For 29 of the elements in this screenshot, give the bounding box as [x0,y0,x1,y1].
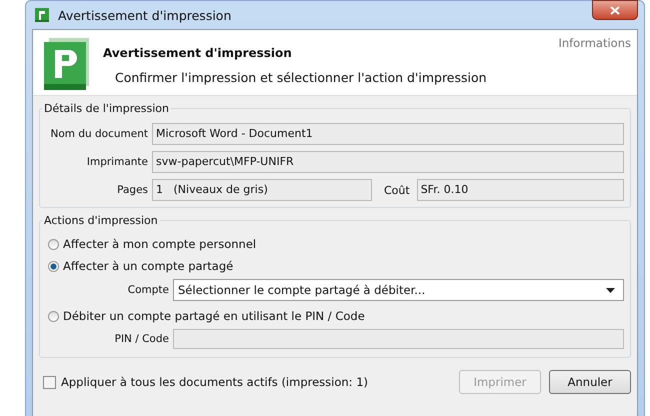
field-label: Imprimante [86,156,148,168]
close-button[interactable] [592,0,638,20]
radio-option[interactable]: Affecter à un compte partagé [48,259,624,273]
account-dropdown[interactable]: Sélectionner le compte partagé à débiter... [173,279,624,301]
field-label: PIN / Code [114,333,169,345]
field-label: Pages [116,184,148,196]
pages-field: 1 (Niveaux de gris) [152,179,372,201]
radio-option[interactable]: Affecter à mon compte personnel [48,237,624,251]
radio-option[interactable]: Débiter un compte partagé en utilisant le PIN / Code [48,309,624,323]
radio-button[interactable] [48,260,59,272]
checkbox[interactable] [43,376,56,388]
apply-all-checkbox[interactable]: Appliquer à tous les documents actifs (impression: 1) [43,375,451,389]
group-legend: Actions d'impression [42,214,160,227]
cost-field: SFr. 0.10 [416,179,624,201]
document-field: Microsoft Word - Document1 [152,123,624,145]
printer-field: svw-papercut\MFP-UNIFR [152,151,624,173]
radio-button[interactable] [48,310,59,322]
close-icon [610,6,620,14]
radio-button[interactable] [48,238,59,250]
dialog-subtitle: Confirmer l'impression et sélectionner l'action d'impression [114,70,488,85]
field-label: Coût [383,184,411,196]
field-label: Nom du document [50,128,148,140]
window-title: Avertissement d'impression [58,8,232,22]
dialog-heading: Avertissement d'impression [103,46,293,60]
caret-icon [606,288,615,292]
cancel-button[interactable]: Annuler [549,370,631,394]
group-legend: Détails de l'impression [42,102,171,115]
field-label: Compte [126,284,169,296]
information-link[interactable]: Informations [558,36,631,50]
